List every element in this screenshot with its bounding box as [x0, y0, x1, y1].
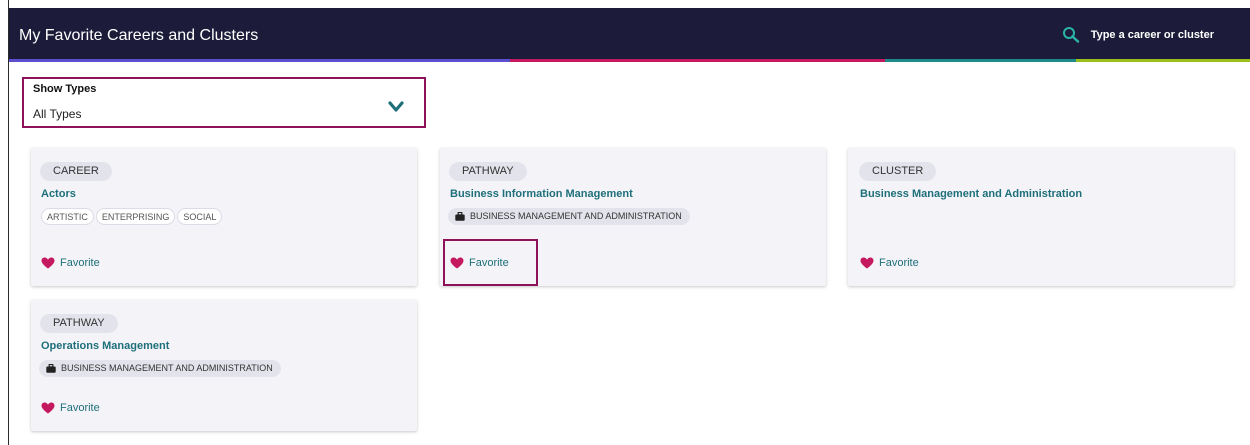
tag-enterprising: ENTERPRISING: [95, 208, 176, 225]
briefcase-icon: [46, 364, 56, 373]
stripe-green: [1076, 59, 1250, 62]
tag-artistic: ARTISTIC: [41, 208, 94, 225]
search-icon[interactable]: [1061, 26, 1083, 44]
chevron-down-icon[interactable]: [388, 101, 404, 113]
left-border: [8, 0, 9, 445]
cluster-label: BUSINESS MANAGEMENT AND ADMINISTRATION: [470, 211, 682, 221]
favorite-label: Favorite: [60, 402, 100, 414]
favorite-card: PATHWAY Business Information Management …: [440, 148, 826, 286]
page-title: My Favorite Careers and Clusters: [19, 27, 259, 44]
type-badge: CLUSTER: [859, 162, 937, 181]
favorite-label: Favorite: [60, 257, 100, 269]
heart-icon[interactable]: [41, 402, 55, 414]
card-title-link[interactable]: Business Management and Administration: [860, 188, 1082, 200]
card-title-link[interactable]: Operations Management: [41, 340, 169, 352]
header-color-stripes: [9, 59, 1250, 62]
cluster-badge[interactable]: BUSINESS MANAGEMENT AND ADMINISTRATION: [448, 208, 690, 225]
favorite-button[interactable]: Favorite: [41, 257, 100, 269]
favorite-card: CAREER Actors ARTISTIC ENTERPRISING SOCI…: [31, 148, 417, 286]
stripe-teal: [885, 59, 1077, 62]
search-box[interactable]: Type a career or cluster: [1061, 26, 1214, 44]
cluster-label: BUSINESS MANAGEMENT AND ADMINISTRATION: [61, 363, 273, 373]
favorite-card: CLUSTER Business Management and Administ…: [848, 148, 1234, 286]
interest-tags: ARTISTIC ENTERPRISING SOCIAL: [41, 208, 223, 225]
favorite-label: Favorite: [469, 257, 509, 269]
heart-icon[interactable]: [860, 257, 874, 269]
card-title-link[interactable]: Actors: [41, 188, 76, 200]
heart-icon[interactable]: [41, 257, 55, 269]
favorite-label: Favorite: [879, 257, 919, 269]
favorite-button[interactable]: Favorite: [860, 257, 919, 269]
stripe-magenta: [510, 59, 886, 62]
stripe-purple: [9, 59, 511, 62]
search-input[interactable]: Type a career or cluster: [1091, 29, 1214, 41]
card-title-link[interactable]: Business Information Management: [450, 188, 633, 200]
tag-social: SOCIAL: [177, 208, 223, 225]
page-header: My Favorite Careers and Clusters Type a …: [9, 8, 1250, 62]
favorite-card: PATHWAY Operations Management BUSINESS M…: [31, 300, 417, 431]
cluster-badge[interactable]: BUSINESS MANAGEMENT AND ADMINISTRATION: [39, 360, 281, 377]
briefcase-icon: [455, 212, 465, 221]
type-badge: PATHWAY: [449, 162, 527, 181]
show-types-dropdown[interactable]: Show Types All Types: [22, 77, 426, 128]
show-types-selected[interactable]: All Types: [33, 107, 81, 121]
type-badge: CAREER: [40, 162, 112, 181]
show-types-label: Show Types: [33, 83, 97, 95]
type-badge: PATHWAY: [40, 314, 118, 333]
heart-icon[interactable]: [450, 257, 464, 269]
favorite-button[interactable]: Favorite: [41, 402, 100, 414]
favorite-button[interactable]: Favorite: [450, 257, 509, 269]
